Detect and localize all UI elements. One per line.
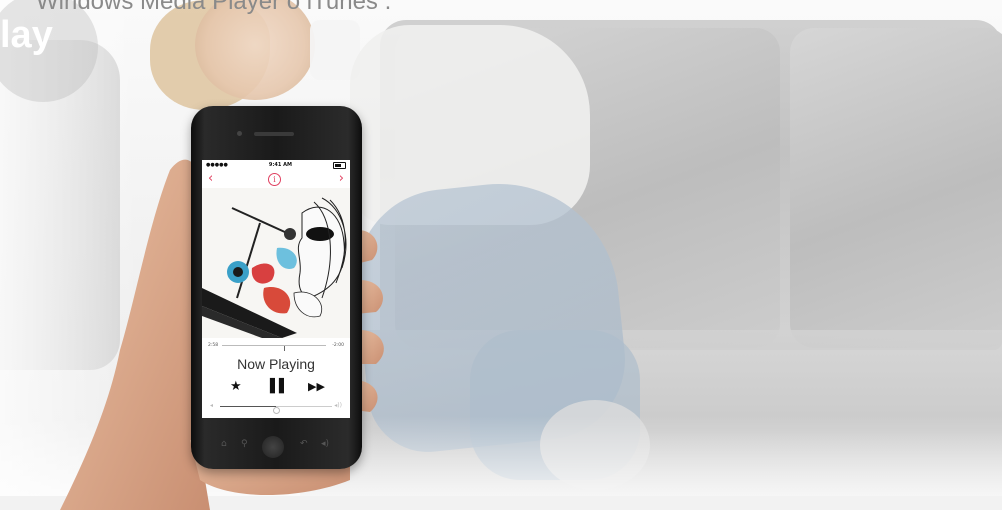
front-camera xyxy=(237,131,242,136)
top-caption: Windows Media Player o iTunes . xyxy=(36,0,392,15)
progress-track[interactable] xyxy=(222,345,326,351)
status-bar: ●●●●● 9:41 AM xyxy=(202,160,350,170)
smartphone: ●●●●● 9:41 AM ‹ i › 2:58 -2:00 Now Playi… xyxy=(191,106,362,469)
volume-fill xyxy=(220,406,276,407)
home-button[interactable] xyxy=(262,436,284,458)
playback-controls: ★ ▌▌ ▶▶ xyxy=(202,378,350,396)
forward-chevron-icon[interactable]: › xyxy=(339,171,344,187)
volume-low-icon: ◂ xyxy=(210,402,214,409)
volume-track[interactable] xyxy=(220,406,332,414)
back-chevron-icon[interactable]: ‹ xyxy=(208,171,213,187)
home-icon[interactable]: ⌂ xyxy=(221,424,227,464)
info-icon[interactable]: i xyxy=(268,173,281,186)
phone-screen: ●●●●● 9:41 AM ‹ i › 2:58 -2:00 Now Playi… xyxy=(202,160,350,418)
earpiece-speaker xyxy=(254,132,294,136)
signal-icon: ●●●●● xyxy=(206,162,228,168)
volume-icon[interactable]: ◂) xyxy=(321,424,329,464)
star-icon[interactable]: ★ xyxy=(230,378,242,396)
volume-knob[interactable] xyxy=(273,407,280,414)
battery-icon xyxy=(332,161,346,169)
volume-slider[interactable]: ◂ ◂)) xyxy=(210,402,342,414)
volume-high-icon: ◂)) xyxy=(334,402,342,409)
progress-playhead[interactable] xyxy=(284,346,285,351)
phone-hardware-bar: ⌂ ⚲ ↶ ◂) xyxy=(191,424,362,464)
elapsed-time: 2:58 xyxy=(208,343,219,348)
status-time: 9:41 AM xyxy=(268,162,292,168)
badge-text: lay xyxy=(0,14,53,56)
pause-icon[interactable]: ▌▌ xyxy=(270,378,289,396)
sofa-cushion-right xyxy=(790,28,1002,348)
now-playing-title: Now Playing xyxy=(237,356,315,372)
fast-forward-icon[interactable]: ▶▶ xyxy=(308,378,325,396)
remaining-time: -2:00 xyxy=(332,343,344,348)
back-icon[interactable]: ↶ xyxy=(300,424,308,464)
track-progress[interactable]: 2:58 -2:00 xyxy=(208,342,344,351)
nav-row: ‹ i › xyxy=(202,171,350,187)
album-artwork xyxy=(202,188,350,338)
search-icon[interactable]: ⚲ xyxy=(241,424,248,464)
